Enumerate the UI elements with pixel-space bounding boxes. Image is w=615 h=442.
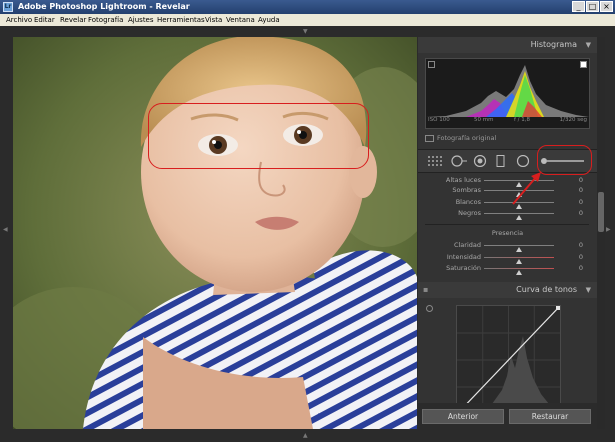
original-photo-label: Fotografía original: [437, 134, 497, 142]
menu-fotografia[interactable]: Fotografía: [88, 14, 123, 26]
histogram-title: Histograma: [530, 40, 577, 49]
slider-label: Intensidad: [446, 253, 481, 261]
slider-vibrance[interactable]: Intensidad 0: [418, 252, 597, 264]
bottom-panel-toggle-icon[interactable]: ▲: [303, 432, 308, 439]
iso-value: ISO 100: [428, 117, 450, 123]
previous-button[interactable]: Anterior: [422, 409, 504, 424]
focal-length: 50 mm: [474, 117, 494, 123]
histogram[interactable]: ISO 100 50 mm f / 1,8 1/320 seg: [425, 58, 590, 129]
aperture-value: f / 1,8: [514, 117, 531, 123]
collapse-triangle-icon[interactable]: ▼: [586, 37, 591, 53]
original-photo-icon: [425, 134, 434, 142]
tone-curve-svg: [456, 305, 561, 415]
scrollbar-thumb[interactable]: [598, 192, 604, 232]
menu-ajustes[interactable]: Ajustes: [128, 14, 154, 26]
slider-track[interactable]: [484, 245, 554, 252]
annotation-arrow-icon: [512, 172, 541, 205]
grid-overlay-icon[interactable]: [427, 155, 443, 167]
shutter-speed: 1/320 seg: [559, 117, 587, 123]
slider-value[interactable]: 0: [579, 175, 583, 185]
slider-label: Negros: [458, 209, 481, 217]
slider-label: Saturación: [446, 264, 481, 272]
divider: [425, 224, 589, 225]
collapse-triangle-icon[interactable]: ▼: [586, 282, 591, 298]
slider-label: Claridad: [453, 241, 481, 249]
tone-curve-graph[interactable]: [456, 305, 561, 415]
brush-tool-highlight-annotation: [537, 145, 592, 175]
presence-title: Presencia: [491, 229, 524, 237]
original-photo-toggle[interactable]: Fotografía original: [425, 134, 496, 142]
right-panel: Histograma ▼ ISO 100 50 mm f / 1,8 1/320…: [418, 37, 597, 429]
slider-thumb[interactable]: [516, 270, 522, 275]
slider-value[interactable]: 0: [579, 252, 583, 262]
left-panel-toggle-icon[interactable]: ◀: [3, 226, 8, 233]
point-curve-icon[interactable]: [426, 305, 433, 312]
menu-revelar[interactable]: Revelar: [60, 14, 86, 26]
menu-archivo[interactable]: Archivo: [6, 14, 32, 26]
maximize-button[interactable]: □: [586, 1, 599, 12]
tone-curve-header[interactable]: ▪ Curva de tonos ▼: [418, 282, 597, 298]
slider-value[interactable]: 0: [579, 185, 583, 195]
slider-value[interactable]: 0: [579, 197, 583, 207]
slider-saturation[interactable]: Saturación 0: [418, 263, 597, 275]
menu-ayuda[interactable]: Ayuda: [258, 14, 280, 26]
menu-herramientas[interactable]: Herramientas: [157, 14, 205, 26]
histogram-header[interactable]: Histograma ▼: [418, 37, 597, 53]
radial-filter-icon[interactable]: [516, 155, 530, 167]
menu-ventana[interactable]: Ventana: [226, 14, 255, 26]
menu-editar[interactable]: Editar: [34, 14, 55, 26]
menu-vista[interactable]: Vista: [205, 14, 222, 26]
slider-label: Sombras: [452, 186, 481, 194]
minimize-button[interactable]: _: [572, 1, 585, 12]
slider-thumb[interactable]: [516, 215, 522, 220]
slider-label: Blancos: [455, 198, 481, 206]
window-title: Adobe Photoshop Lightroom - Revelar: [18, 2, 190, 11]
slider-label: Altas luces: [445, 176, 481, 184]
slider-value[interactable]: 0: [579, 263, 583, 273]
photo-preview[interactable]: [13, 37, 417, 429]
close-button[interactable]: ×: [600, 1, 613, 12]
lightroom-app-icon: Lr: [3, 2, 13, 12]
reset-button[interactable]: Restaurar: [509, 409, 591, 424]
slider-track[interactable]: [484, 257, 554, 264]
spot-removal-icon[interactable]: [450, 155, 468, 167]
top-panel-toggle-icon[interactable]: ▼: [303, 28, 308, 35]
slider-value[interactable]: 0: [579, 208, 583, 218]
slider-clarity[interactable]: Claridad 0: [418, 240, 597, 252]
eyes-highlight-annotation: [148, 103, 369, 169]
title-bar: Lr Adobe Photoshop Lightroom - Revelar _…: [0, 0, 615, 14]
graduated-filter-icon[interactable]: [496, 155, 506, 167]
exif-info: ISO 100 50 mm f / 1,8 1/320 seg: [426, 117, 589, 126]
bottom-bar: Anterior Restaurar: [418, 403, 597, 429]
tone-curve-title: Curva de tonos: [516, 285, 577, 294]
slider-track[interactable]: [484, 268, 554, 275]
right-panel-toggle-icon[interactable]: ▶: [606, 226, 611, 233]
slider-track[interactable]: [484, 213, 554, 220]
panel-switch-icon[interactable]: ▪: [423, 282, 428, 298]
red-eye-icon[interactable]: [473, 155, 487, 167]
histogram-graph: [426, 65, 589, 117]
child-portrait-photo: [13, 37, 417, 429]
slider-blacks[interactable]: Negros 0: [418, 208, 597, 220]
slider-value[interactable]: 0: [579, 240, 583, 250]
panel-scrollbar[interactable]: [597, 37, 605, 429]
